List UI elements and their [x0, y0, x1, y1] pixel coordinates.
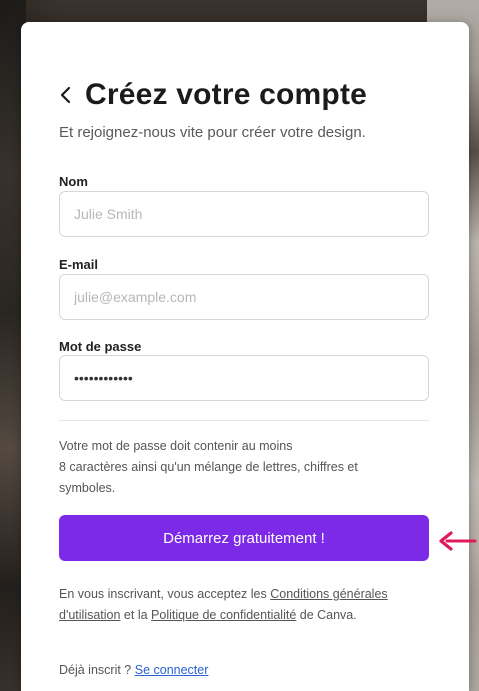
email-input[interactable] [59, 274, 429, 320]
chevron-left-icon[interactable] [57, 86, 75, 104]
privacy-policy-link[interactable]: Politique de confidentialité [151, 608, 296, 622]
password-hint-line: 8 caractères ainsi qu'un mélange de lett… [59, 460, 358, 474]
password-hint: Votre mot de passe doit contenir au moin… [59, 436, 439, 499]
arrow-left-icon [439, 531, 477, 551]
login-row: Déjà inscrit ? Se connecter [59, 663, 208, 677]
page-title: Créez votre compte [85, 78, 368, 111]
terms-middle: et la [120, 608, 152, 622]
email-label: E-mail [59, 257, 99, 272]
subtitle: Et rejoignez-nous vite pour créer votre … [59, 124, 366, 141]
name-input[interactable] [59, 191, 429, 237]
terms-suffix: de Canva. [296, 608, 357, 622]
signup-modal: Créez votre compte Et rejoignez-nous vit… [21, 22, 469, 691]
login-prefix: Déjà inscrit ? [59, 663, 135, 677]
name-label: Nom [59, 174, 88, 189]
password-hint-line: symboles. [59, 481, 116, 495]
divider [59, 420, 429, 421]
terms-prefix: En vous inscrivant, vous acceptez les [59, 587, 271, 601]
password-input[interactable] [59, 355, 429, 401]
password-hint-line: Votre mot de passe doit contenir au moin… [59, 439, 293, 453]
login-link[interactable]: Se connecter [135, 663, 209, 677]
title-row: Créez votre compte [57, 78, 367, 112]
password-label: Mot de passe [59, 339, 142, 354]
start-free-button[interactable]: Démarrez gratuitement ! [59, 515, 429, 561]
terms-text: En vous inscrivant, vous acceptez les Co… [59, 584, 439, 626]
